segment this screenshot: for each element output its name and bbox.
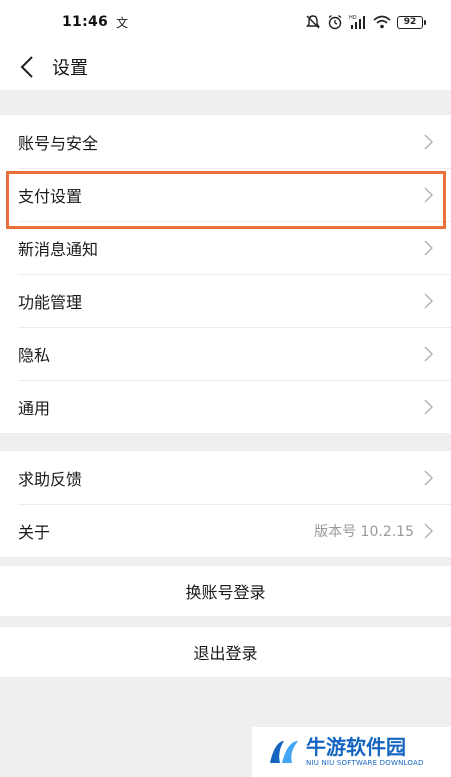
chevron-right-icon xyxy=(424,469,433,486)
chevron-right-icon xyxy=(424,133,433,150)
nav-bar: 设置 xyxy=(0,44,451,90)
watermark-subtitle: NIU NIU SOFTWARE DOWNLOAD xyxy=(306,759,424,767)
settings-group-main: 账号与安全 支付设置 新消息通知 功能管理 隐私 通用 xyxy=(0,115,451,433)
settings-row-general[interactable]: 通用 xyxy=(0,380,451,433)
status-bar: 11:46 文 HD 92 xyxy=(0,0,451,44)
switch-account-button[interactable]: 换账号登录 xyxy=(0,566,451,616)
chevron-right-icon xyxy=(424,345,433,362)
row-label: 关于 xyxy=(18,522,51,542)
wifi-icon xyxy=(373,15,391,29)
mute-icon xyxy=(305,14,321,30)
settings-row-features[interactable]: 功能管理 xyxy=(0,274,451,327)
alarm-icon xyxy=(327,14,343,30)
battery-icon: 92 xyxy=(397,15,426,29)
settings-row-about[interactable]: 关于 版本号 10.2.15 xyxy=(0,504,451,557)
page-title: 设置 xyxy=(52,58,88,79)
chevron-right-icon xyxy=(424,398,433,415)
row-label: 支付设置 xyxy=(18,186,83,206)
chevron-right-icon xyxy=(424,522,433,539)
row-label: 功能管理 xyxy=(18,292,83,312)
version-value: 版本号 10.2.15 xyxy=(314,523,414,540)
notification-icon: 文 xyxy=(116,15,129,30)
settings-row-notifications[interactable]: 新消息通知 xyxy=(0,221,451,274)
row-label: 求助反馈 xyxy=(18,469,83,489)
status-time: 11:46 xyxy=(62,14,109,30)
settings-row-payment[interactable]: 支付设置 xyxy=(0,168,451,221)
chevron-left-icon xyxy=(20,56,33,78)
chevron-right-icon xyxy=(424,292,433,309)
watermark-title: 牛游软件园 xyxy=(306,735,406,759)
row-label: 账号与安全 xyxy=(18,133,99,153)
settings-row-account-security[interactable]: 账号与安全 xyxy=(0,115,451,168)
row-label: 隐私 xyxy=(18,345,51,365)
hd-signal-icon: HD xyxy=(349,14,367,30)
row-label: 新消息通知 xyxy=(18,239,99,259)
logout-button[interactable]: 退出登录 xyxy=(0,627,451,677)
watermark: 牛游软件园 NIU NIU SOFTWARE DOWNLOAD xyxy=(252,727,451,777)
svg-text:HD: HD xyxy=(349,15,357,21)
settings-row-privacy[interactable]: 隐私 xyxy=(0,327,451,380)
row-label: 通用 xyxy=(18,398,51,418)
status-icons: HD 92 xyxy=(305,14,426,30)
back-button[interactable] xyxy=(2,44,52,90)
chevron-right-icon xyxy=(424,186,433,203)
settings-group-help: 求助反馈 关于 版本号 10.2.15 xyxy=(0,451,451,557)
chevron-right-icon xyxy=(424,239,433,256)
watermark-logo-icon xyxy=(270,741,298,763)
settings-row-feedback[interactable]: 求助反馈 xyxy=(0,451,451,504)
